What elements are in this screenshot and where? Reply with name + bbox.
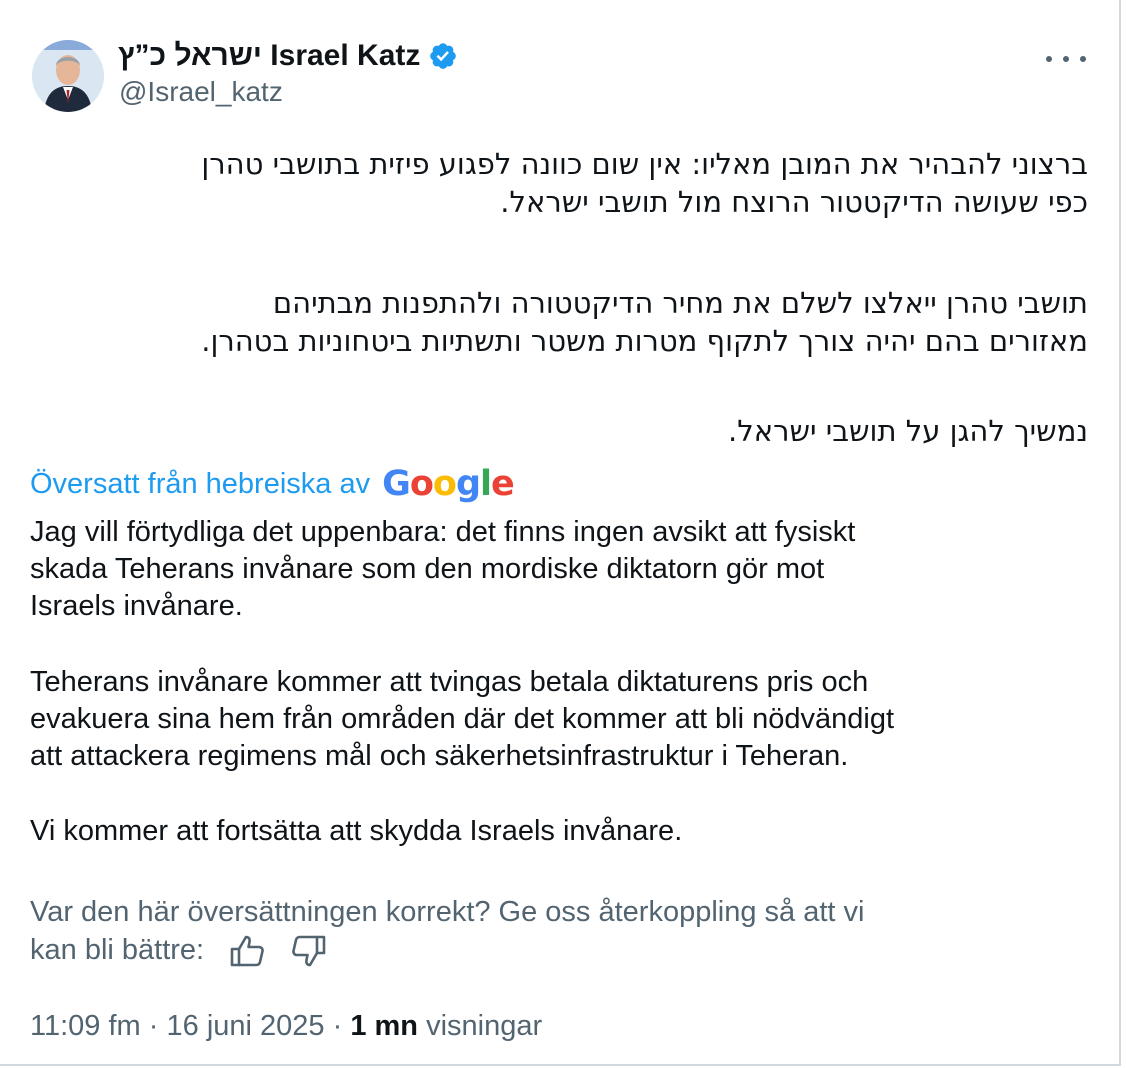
hebrew-line: ברצוני להבהיר את המובן מאליו: אין שום כו… <box>201 147 1088 181</box>
translation-feedback: Var den här översättningen korrekt? Ge o… <box>30 893 1070 969</box>
avatar-image <box>32 40 104 112</box>
tweet-card: ישראל כ”ץ Israel Katz @Israel_katz ברצונ… <box>0 0 1121 1066</box>
author-name-row[interactable]: ישראל כ”ץ Israel Katz <box>118 36 458 76</box>
hebrew-line: מאזורים בהם יהיה צורך לתקוף מטרות משטר ו… <box>201 324 1088 358</box>
meta-separator: · <box>332 1010 343 1042</box>
translated-by-label[interactable]: Översatt från hebreiska av <box>30 468 370 501</box>
translated-line: Vi kommer att fortsätta att skydda Israe… <box>30 815 683 847</box>
thumbs-down-icon[interactable] <box>290 933 328 969</box>
translated-paragraph-2: Teherans invånare kommer att tvingas bet… <box>30 664 1090 775</box>
translated-paragraph-3: Vi kommer att fortsätta att skydda Israe… <box>30 813 1090 850</box>
views-count[interactable]: 1 mn <box>350 1010 418 1042</box>
translated-line: skada Teherans invånare som den mordiske… <box>30 553 825 585</box>
feedback-text-line2: kan bli bättre: <box>30 934 205 966</box>
hebrew-paragraph-3: נמשיך להגן על תושבי ישראל. <box>30 412 1088 450</box>
hebrew-line: כפי שעושה הדיקטטור הרוצח מול תושבי ישראל… <box>500 185 1088 219</box>
translated-by-link[interactable]: Översatt från hebreiska av Google <box>30 462 515 506</box>
tweet-time[interactable]: 11:09 fm <box>30 1010 141 1042</box>
author-handle[interactable]: @Israel_katz <box>119 76 283 108</box>
feedback-line2: kan bli bättre: <box>30 931 1070 969</box>
thumbs-up-icon[interactable] <box>228 933 266 969</box>
hebrew-line: נמשיך להגן על תושבי ישראל. <box>728 414 1088 448</box>
views-label: visningar <box>426 1010 543 1042</box>
translated-line: Jag vill förtydliga det uppenbara: det f… <box>30 516 856 548</box>
author-display-name[interactable]: ישראל כ”ץ Israel Katz <box>118 39 420 73</box>
feedback-text-line1: Var den här översättningen korrekt? Ge o… <box>30 896 865 928</box>
avatar[interactable] <box>32 40 104 112</box>
more-horizontal-icon[interactable] <box>1046 44 1086 74</box>
translated-line: Teherans invånare kommer att tvingas bet… <box>30 666 869 698</box>
translated-line: Israels invånare. <box>30 590 243 622</box>
translated-line: evakuera sina hem från områden där det k… <box>30 703 895 735</box>
tweet-meta: 11:09 fm · 16 juni 2025 · 1 mn visningar <box>30 1006 542 1046</box>
translated-line: att attackera regimens mål och säkerhets… <box>30 740 849 772</box>
translated-paragraph-1: Jag vill förtydliga det uppenbara: det f… <box>30 514 1090 625</box>
hebrew-paragraph-2: תושבי טהרן ייאלצו לשלם את מחיר הדיקטטורה… <box>30 284 1088 360</box>
tweet-date[interactable]: 16 juni 2025 <box>167 1010 325 1042</box>
verified-badge-icon[interactable] <box>428 41 458 71</box>
hebrew-line: תושבי טהרן ייאלצו לשלם את מחיר הדיקטטורה… <box>272 286 1088 320</box>
hebrew-paragraph-1: ברצוני להבהיר את המובן מאליו: אין שום כו… <box>30 145 1088 221</box>
google-logo: Google <box>382 464 515 504</box>
meta-separator: · <box>148 1010 159 1042</box>
